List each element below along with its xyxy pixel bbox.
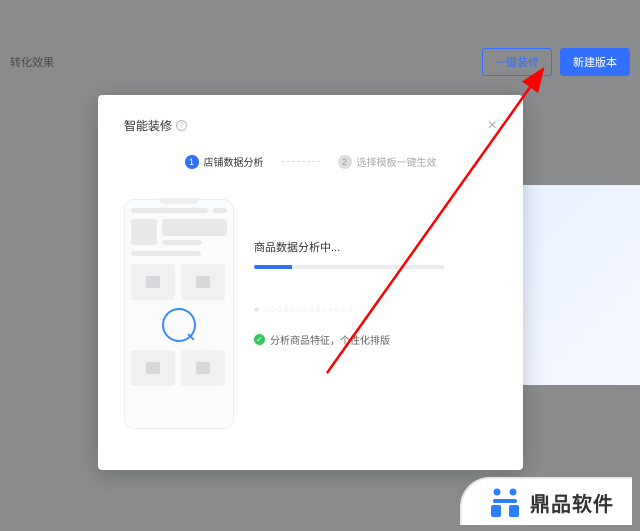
step-connector	[282, 161, 320, 162]
header-actions: 一键装修 新建版本	[482, 48, 630, 76]
status-text: 分析商品特征，个性化排版	[270, 332, 390, 347]
magnifier-icon	[162, 308, 196, 342]
phone-mockup	[124, 199, 234, 429]
skeleton-tile	[131, 264, 175, 300]
step-1: 1 店铺数据分析	[185, 154, 264, 169]
skeleton-tile	[131, 350, 175, 386]
info-icon[interactable]: ?	[176, 120, 187, 131]
skeleton-line	[131, 251, 201, 256]
analysis-panel: 商品数据分析中... ● ○○○○○○○○○○○○○○ ✓ 分析商品特征，个性化…	[254, 199, 497, 429]
image-icon	[146, 362, 160, 374]
background-gradient	[520, 185, 640, 385]
watermark: 鼎品软件	[460, 477, 632, 525]
close-icon[interactable]: ×	[488, 118, 497, 134]
skeleton-line	[213, 208, 227, 213]
placeholder-dots: ● ○○○○○○○○○○○○○○	[254, 304, 497, 314]
step-1-label: 店铺数据分析	[204, 154, 264, 169]
image-icon	[146, 276, 160, 288]
check-icon: ✓	[254, 334, 265, 345]
new-version-button[interactable]: 新建版本	[560, 48, 630, 76]
step-2-label: 选择模板一键生效	[357, 154, 437, 169]
skeleton-line	[162, 219, 227, 236]
modal-header: 智能装修 ? ×	[124, 117, 497, 134]
status-line: ✓ 分析商品特征，个性化排版	[254, 332, 497, 347]
modal-title: 智能装修 ?	[124, 117, 187, 134]
watermark-logo-icon	[488, 485, 522, 519]
steps-indicator: 1 店铺数据分析 2 选择模板一键生效	[124, 154, 497, 169]
skeleton-square	[131, 219, 157, 245]
image-icon	[196, 362, 210, 374]
modal-title-text: 智能装修	[124, 117, 172, 134]
skeleton-tile	[181, 350, 225, 386]
analysis-title: 商品数据分析中...	[254, 239, 497, 255]
breadcrumb: 转化效果	[10, 54, 54, 70]
image-icon	[196, 276, 210, 288]
step-2: 2 选择模板一键生效	[338, 154, 437, 169]
progress-fill	[254, 265, 292, 269]
page-header: 转化效果 一键装修 新建版本	[0, 48, 640, 76]
watermark-text: 鼎品软件	[530, 488, 614, 517]
smart-decorate-modal: 智能装修 ? × 1 店铺数据分析 2 选择模板一键生效	[98, 95, 523, 470]
progress-bar	[254, 265, 444, 269]
skeleton-tile	[181, 264, 225, 300]
skeleton-line	[162, 240, 202, 245]
step-1-number: 1	[185, 155, 199, 169]
skeleton-line	[131, 208, 208, 213]
one-click-decorate-button[interactable]: 一键装修	[482, 48, 552, 76]
modal-body: 商品数据分析中... ● ○○○○○○○○○○○○○○ ✓ 分析商品特征，个性化…	[124, 199, 497, 429]
step-2-number: 2	[338, 155, 352, 169]
phone-notch	[159, 198, 199, 204]
